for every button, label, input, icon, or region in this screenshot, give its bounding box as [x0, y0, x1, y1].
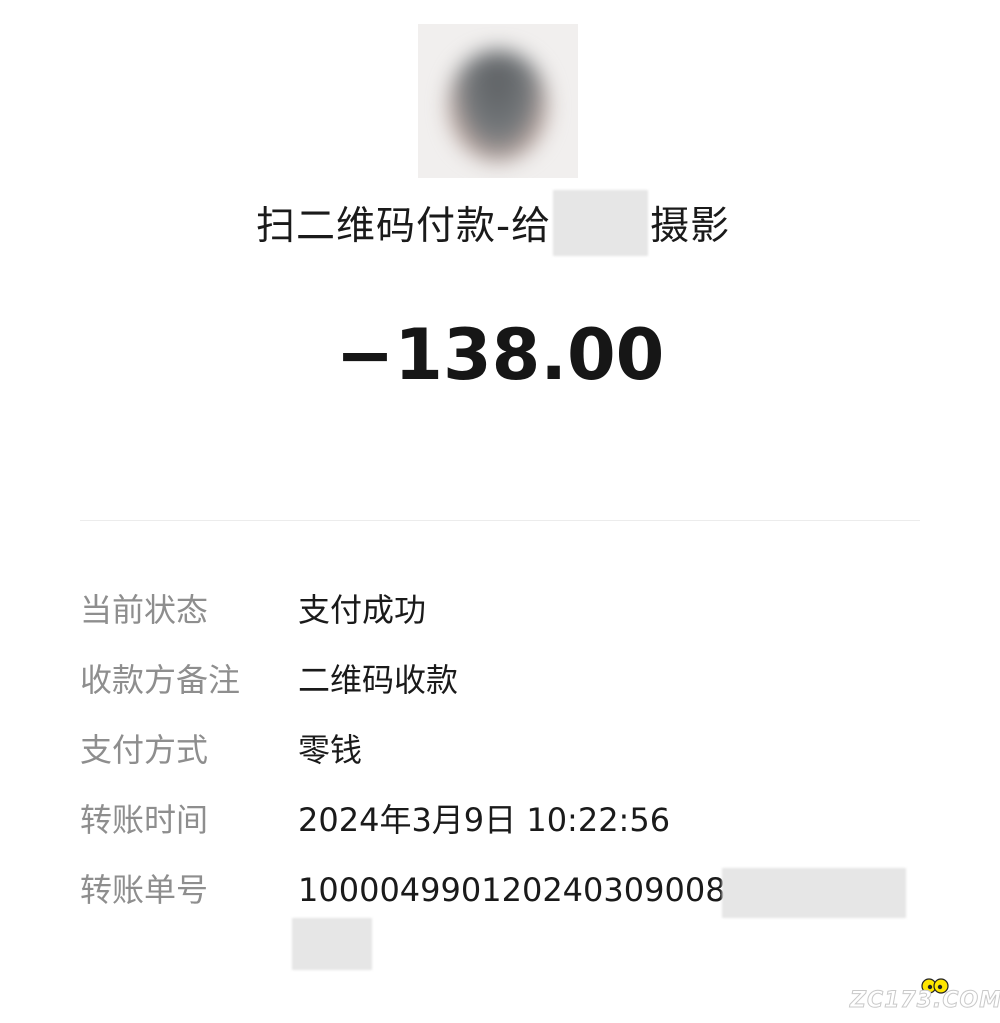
redacted-order-number-part [722, 868, 906, 918]
divider [80, 520, 920, 521]
transaction-title: 扫二维码付款-给 摄影 [256, 190, 731, 256]
detail-value[interactable]: 1000049901202403090​08 [298, 866, 726, 914]
detail-label: 转账时间 [80, 801, 209, 839]
watermark-text: ZC173.COM [849, 988, 1000, 1014]
detail-label: 当前状态 [80, 591, 209, 629]
detail-value: 零钱 [298, 731, 363, 769]
title-suffix: 摄影 [650, 204, 731, 249]
site-watermark: ZC173.COM [849, 976, 1000, 1016]
detail-label: 支付方式 [80, 731, 209, 769]
detail-value: 二维码收款 [298, 661, 459, 699]
detail-value: 2024年3月9日 10:22:56 [298, 801, 671, 839]
detail-label: 收款方备注 [80, 661, 241, 699]
detail-value: 支付成功 [298, 591, 427, 629]
avatar-blurred-photo [448, 50, 548, 162]
redacted-order-number-part [292, 918, 372, 970]
redacted-payee-name [553, 190, 649, 256]
title-prefix: 扫二维码付款-给 [256, 204, 552, 249]
detail-label: 转账单号 [80, 871, 209, 909]
payee-avatar [418, 24, 578, 178]
transaction-amount: −138.00 [335, 314, 665, 396]
